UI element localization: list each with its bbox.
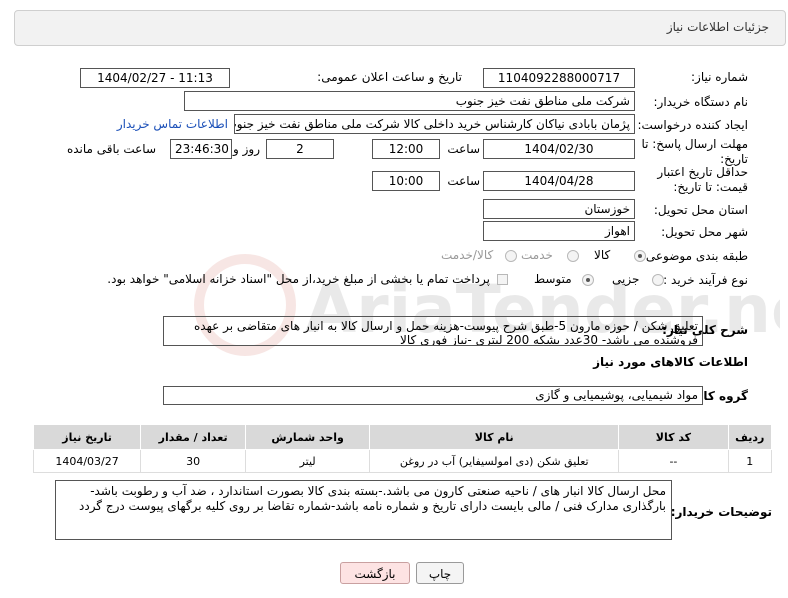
remaining-time-field: 23:46:30: [170, 139, 232, 159]
process-radio-medium[interactable]: [582, 274, 594, 286]
days-field: 2: [266, 139, 334, 159]
need-number-label: شماره نیاز:: [691, 70, 748, 84]
col-quantity: تعداد / مقدار: [140, 424, 247, 450]
goods-table-header-row: ردیف کد کالا نام کالا واحد شمارش تعداد /…: [32, 424, 773, 450]
page-title: جزئیات اطلاعات نیاز: [666, 20, 769, 34]
province-label: استان محل تحویل:: [653, 203, 748, 217]
cell-unit: لیتر: [245, 449, 371, 473]
col-goods-name: نام کالا: [369, 424, 620, 450]
summary-textarea[interactable]: تعلیق شکن / حوزه مارون 5-طبق شرح پیوست-ه…: [163, 316, 703, 346]
process-option-medium: متوسط: [534, 272, 572, 286]
category-radio-goods[interactable]: [634, 250, 646, 262]
province-field: خوزستان: [483, 199, 635, 219]
deadline-time-field: 12:00: [372, 139, 440, 159]
category-option-service: خدمت: [521, 248, 553, 262]
price-validity-time-label: ساعت: [447, 174, 480, 188]
days-label: روز و: [233, 142, 260, 156]
requester-field: پژمان بابادی نیاکان کارشناس خرید داخلی ک…: [234, 114, 635, 134]
category-radio-service[interactable]: [567, 250, 579, 262]
col-goods-code: کد کالا: [618, 424, 729, 450]
col-unit: واحد شمارش: [245, 424, 371, 450]
price-validity-date-field: 1404/04/28: [483, 171, 635, 191]
goods-info-title: اطلاعات کالاهای مورد نیاز: [593, 355, 748, 369]
print-button[interactable]: چاپ: [416, 562, 464, 584]
category-label: طبقه بندی موضوعی:: [641, 249, 748, 263]
category-radio-goods-service[interactable]: [505, 250, 517, 262]
buyer-notes-label: توضیحات خریدار:: [670, 505, 772, 519]
requester-label: ایجاد کننده درخواست:: [637, 118, 748, 132]
cell-quantity: 30: [140, 449, 247, 473]
goods-table: ردیف کد کالا نام کالا واحد شمارش تعداد /…: [32, 424, 773, 473]
deadline-date-field: 1404/02/30: [483, 139, 635, 159]
price-validity-time-field: 10:00: [372, 171, 440, 191]
process-option-minor: جزیی: [612, 272, 640, 286]
remaining-time-label: ساعت باقی مانده: [66, 142, 156, 156]
city-field: اهواز: [483, 221, 635, 241]
city-label: شهر محل تحویل:: [661, 225, 748, 239]
col-row-number: ردیف: [727, 424, 773, 450]
goods-group-field: مواد شیمیایی، پوشیمیایی و گازی: [163, 386, 703, 405]
announce-date-field: 1404/02/27 - 11:13: [80, 68, 230, 88]
buyer-org-label: نام دستگاه خریدار:: [653, 95, 749, 109]
process-radio-minor[interactable]: [652, 274, 664, 286]
back-button[interactable]: بازگشت: [340, 562, 410, 584]
treasury-payment-checkbox[interactable]: [497, 274, 508, 285]
deadline-label: مهلت ارسال پاسخ: تا تاریخ:: [641, 137, 748, 166]
buyer-contact-link[interactable]: اطلاعات تماس خریدار: [117, 117, 228, 131]
process-label: نوع فرآیند خرید :: [663, 273, 748, 287]
treasury-payment-note: پرداخت تمام یا بخشی از مبلغ خرید،از محل …: [107, 272, 490, 286]
cell-goods-name: تعلیق شکن (دی امولسیفایر) آب در روغن: [369, 449, 620, 473]
col-need-date: تاریخ نیاز: [32, 424, 142, 450]
deadline-time-label: ساعت: [447, 142, 480, 156]
need-number-field: 1104092288000717: [483, 68, 635, 88]
table-row: 1 -- تعلیق شکن (دی امولسیفایر) آب در روغ…: [32, 449, 773, 473]
category-option-goods-service: کالا/خدمت: [441, 248, 494, 262]
price-validity-label: حداقل تاریخ اعتبار قیمت: تا تاریخ:: [657, 165, 748, 194]
cell-row-number: 1: [727, 449, 773, 473]
buyer-notes-textarea[interactable]: محل ارسال کالا انبار های / ناحیه صنعتی ک…: [55, 480, 672, 540]
announce-label: تاریخ و ساعت اعلان عمومی:: [317, 70, 462, 84]
category-option-goods: کالا: [594, 248, 611, 262]
cell-need-date: 1404/03/27: [32, 449, 142, 473]
buyer-org-field: شرکت ملی مناطق نفت خیز جنوب: [184, 91, 635, 111]
panel-header: جزئیات اطلاعات نیاز: [14, 10, 786, 46]
cell-goods-code: --: [618, 449, 729, 473]
